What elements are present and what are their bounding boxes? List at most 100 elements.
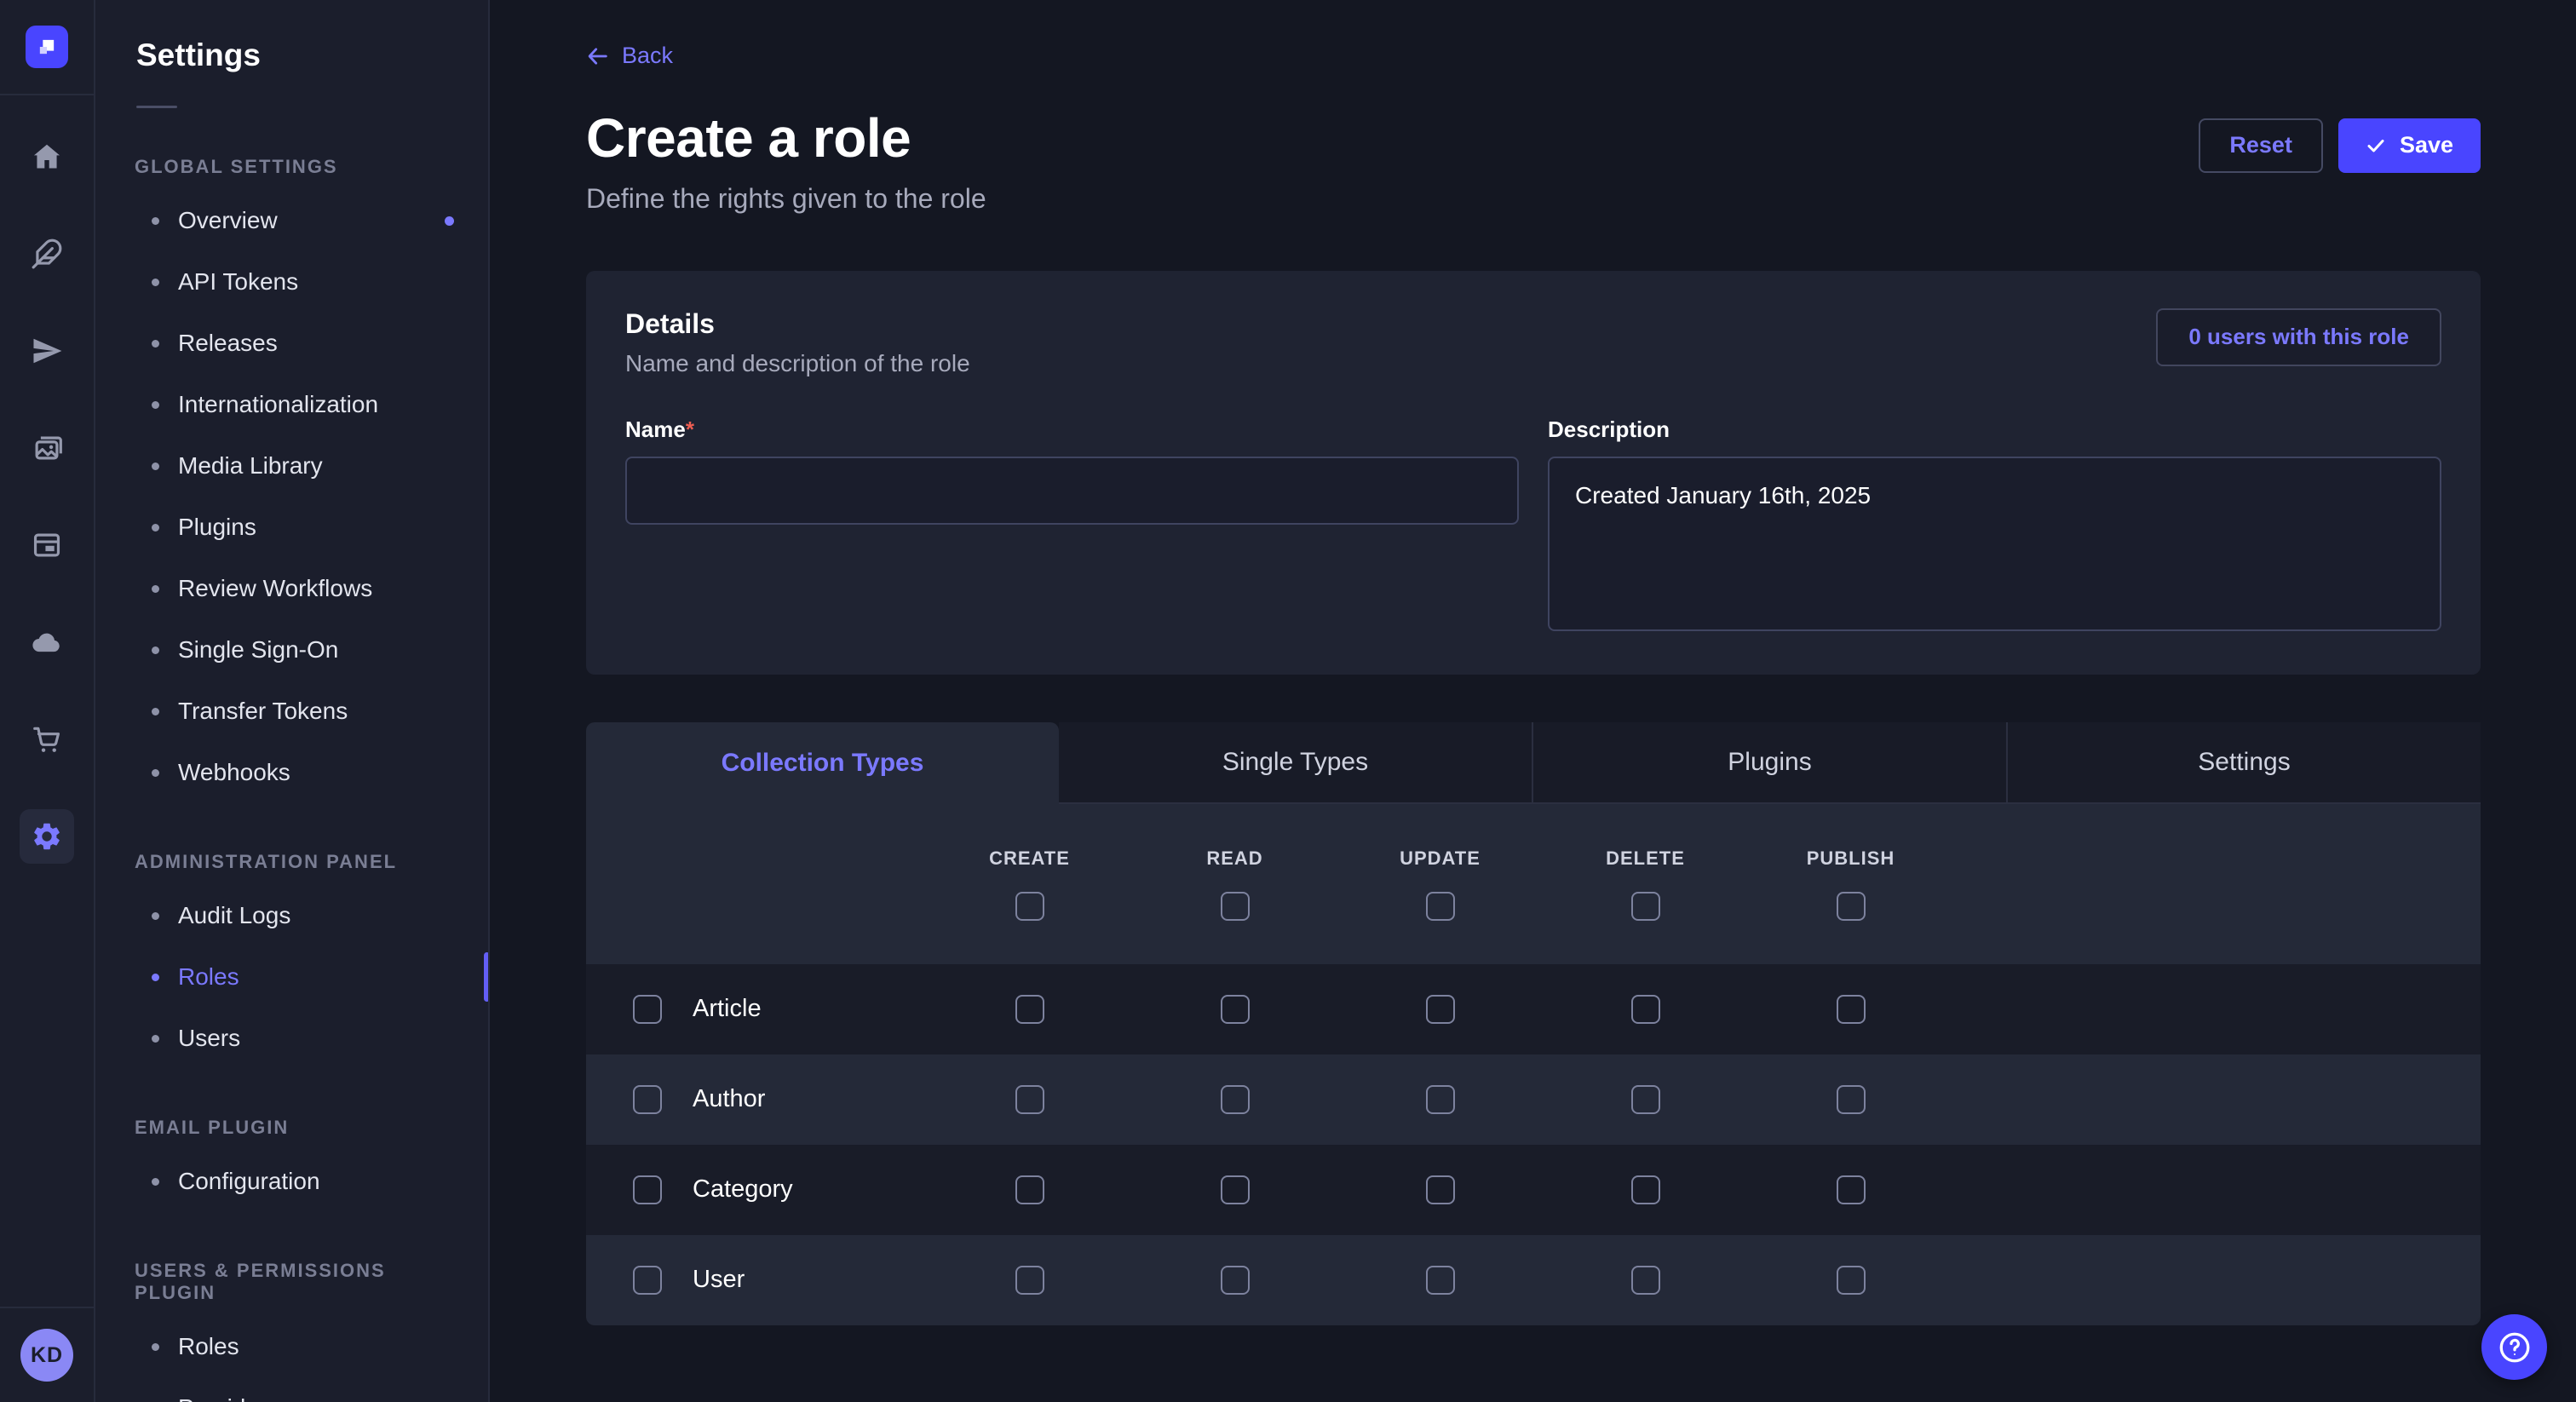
bullet-icon xyxy=(152,708,159,715)
paper-plane-icon[interactable] xyxy=(20,324,74,378)
row-select-checkbox[interactable] xyxy=(633,995,662,1024)
details-heading-block: Details Name and description of the role xyxy=(625,308,970,377)
column-read: READ xyxy=(1132,848,1337,921)
category-publish-checkbox[interactable] xyxy=(1837,1175,1866,1204)
sidebar-item-label: Overview xyxy=(178,207,278,234)
author-delete-checkbox[interactable] xyxy=(1631,1085,1660,1114)
shopping-cart-icon[interactable] xyxy=(20,712,74,767)
sidebar-item-media-library[interactable]: Media Library xyxy=(95,435,488,497)
select-all-update-checkbox[interactable] xyxy=(1426,892,1455,921)
sidebar-item-label: Media Library xyxy=(178,452,323,480)
column-label: READ xyxy=(1206,848,1262,870)
back-link[interactable]: Back xyxy=(586,43,673,69)
author-read-checkbox[interactable] xyxy=(1221,1085,1250,1114)
select-all-read-checkbox[interactable] xyxy=(1221,892,1250,921)
details-card-header: Details Name and description of the role… xyxy=(625,308,2441,377)
sidebar-item-audit-logs[interactable]: Audit Logs xyxy=(95,885,488,946)
cloud-icon[interactable] xyxy=(20,615,74,669)
sidebar-item-overview[interactable]: Overview xyxy=(95,190,488,251)
home-icon[interactable] xyxy=(20,129,74,184)
reset-button[interactable]: Reset xyxy=(2199,118,2323,173)
name-input[interactable] xyxy=(625,457,1519,525)
sidebar-item-transfer-tokens[interactable]: Transfer Tokens xyxy=(95,681,488,742)
sidebar-item-webhooks[interactable]: Webhooks xyxy=(95,742,488,803)
select-all-delete-checkbox[interactable] xyxy=(1631,892,1660,921)
sidebar-title: Settings xyxy=(136,37,488,73)
sidebar-item-label: Internationalization xyxy=(178,391,378,418)
images-icon[interactable] xyxy=(20,421,74,475)
bullet-icon xyxy=(152,524,159,531)
help-button[interactable] xyxy=(2481,1314,2547,1380)
row-select-checkbox[interactable] xyxy=(633,1085,662,1114)
sidebar-item-label: Roles xyxy=(178,1333,239,1360)
sidebar-item-roles-admin[interactable]: Roles xyxy=(95,946,488,1008)
sidebar-item-users[interactable]: Users xyxy=(95,1008,488,1069)
category-create-checkbox[interactable] xyxy=(1015,1175,1044,1204)
sidebar-item-api-tokens[interactable]: API Tokens xyxy=(95,251,488,313)
user-publish-checkbox[interactable] xyxy=(1837,1266,1866,1295)
user-create-checkbox[interactable] xyxy=(1015,1266,1044,1295)
sidebar-item-internationalization[interactable]: Internationalization xyxy=(95,374,488,435)
avatar[interactable]: KD xyxy=(20,1329,73,1382)
tab-single-types[interactable]: Single Types xyxy=(1059,722,1532,804)
sidebar-item-providers[interactable]: Providers xyxy=(95,1377,488,1402)
author-update-checkbox[interactable] xyxy=(1426,1085,1455,1114)
author-create-checkbox[interactable] xyxy=(1015,1085,1044,1114)
feather-icon[interactable] xyxy=(20,227,74,281)
back-label: Back xyxy=(622,43,673,69)
category-read-checkbox[interactable] xyxy=(1221,1175,1250,1204)
author-publish-checkbox[interactable] xyxy=(1837,1085,1866,1114)
sidebar-item-label: Audit Logs xyxy=(178,902,290,929)
strapi-logo-icon xyxy=(35,35,59,59)
article-update-checkbox[interactable] xyxy=(1426,995,1455,1024)
row-select-checkbox[interactable] xyxy=(633,1175,662,1204)
article-delete-checkbox[interactable] xyxy=(1631,995,1660,1024)
column-label: CREATE xyxy=(989,848,1070,870)
description-label: Description xyxy=(1548,417,2441,443)
tab-plugins[interactable]: Plugins xyxy=(1532,722,2006,804)
description-textarea[interactable]: Created January 16th, 2025 xyxy=(1548,457,2441,631)
table-row-article: Article xyxy=(586,964,2481,1054)
article-create-checkbox[interactable] xyxy=(1015,995,1044,1024)
row-label-cell: Author xyxy=(586,1085,927,1114)
user-delete-checkbox[interactable] xyxy=(1631,1266,1660,1295)
article-publish-checkbox[interactable] xyxy=(1837,995,1866,1024)
save-button[interactable]: Save xyxy=(2338,118,2481,173)
sidebar-item-plugins[interactable]: Plugins xyxy=(95,497,488,558)
user-read-checkbox[interactable] xyxy=(1221,1266,1250,1295)
layout-icon[interactable] xyxy=(20,518,74,572)
sidebar-item-roles-up[interactable]: Roles xyxy=(95,1316,488,1377)
gear-icon[interactable] xyxy=(20,809,74,864)
select-all-publish-checkbox[interactable] xyxy=(1837,892,1866,921)
category-update-checkbox[interactable] xyxy=(1426,1175,1455,1204)
bullet-icon xyxy=(152,401,159,409)
strapi-logo[interactable] xyxy=(26,26,68,68)
row-select-checkbox[interactable] xyxy=(633,1266,662,1295)
details-subheading: Name and description of the role xyxy=(625,350,970,377)
select-all-create-checkbox[interactable] xyxy=(1015,892,1044,921)
bullet-icon xyxy=(152,217,159,225)
app-root: KD Settings GLOBAL SETTINGS Overview API… xyxy=(0,0,2576,1402)
permissions-tabs: Collection Types Single Types Plugins Se… xyxy=(586,722,2481,804)
tab-collection-types[interactable]: Collection Types xyxy=(586,722,1059,804)
bullet-icon xyxy=(152,340,159,348)
bullet-icon xyxy=(152,769,159,777)
sidebar-item-label: Transfer Tokens xyxy=(178,698,348,725)
sidebar-item-review-workflows[interactable]: Review Workflows xyxy=(95,558,488,619)
sidebar-item-label: Providers xyxy=(178,1394,279,1402)
users-with-role-button[interactable]: 0 users with this role xyxy=(2156,308,2441,366)
article-read-checkbox[interactable] xyxy=(1221,995,1250,1024)
user-update-checkbox[interactable] xyxy=(1426,1266,1455,1295)
column-publish: PUBLISH xyxy=(1748,848,1953,921)
sidebar-item-label: Configuration xyxy=(178,1168,320,1195)
row-label: Author xyxy=(693,1085,765,1113)
section-label-administration-panel: ADMINISTRATION PANEL xyxy=(135,851,447,873)
tab-settings[interactable]: Settings xyxy=(2006,722,2481,804)
sidebar-item-label: Releases xyxy=(178,330,278,357)
sidebar-item-releases[interactable]: Releases xyxy=(95,313,488,374)
row-label: Category xyxy=(693,1175,793,1204)
category-delete-checkbox[interactable] xyxy=(1631,1175,1660,1204)
sidebar-item-configuration[interactable]: Configuration xyxy=(95,1151,488,1212)
sidebar-item-single-sign-on[interactable]: Single Sign-On xyxy=(95,619,488,681)
bullet-icon xyxy=(152,1343,159,1351)
